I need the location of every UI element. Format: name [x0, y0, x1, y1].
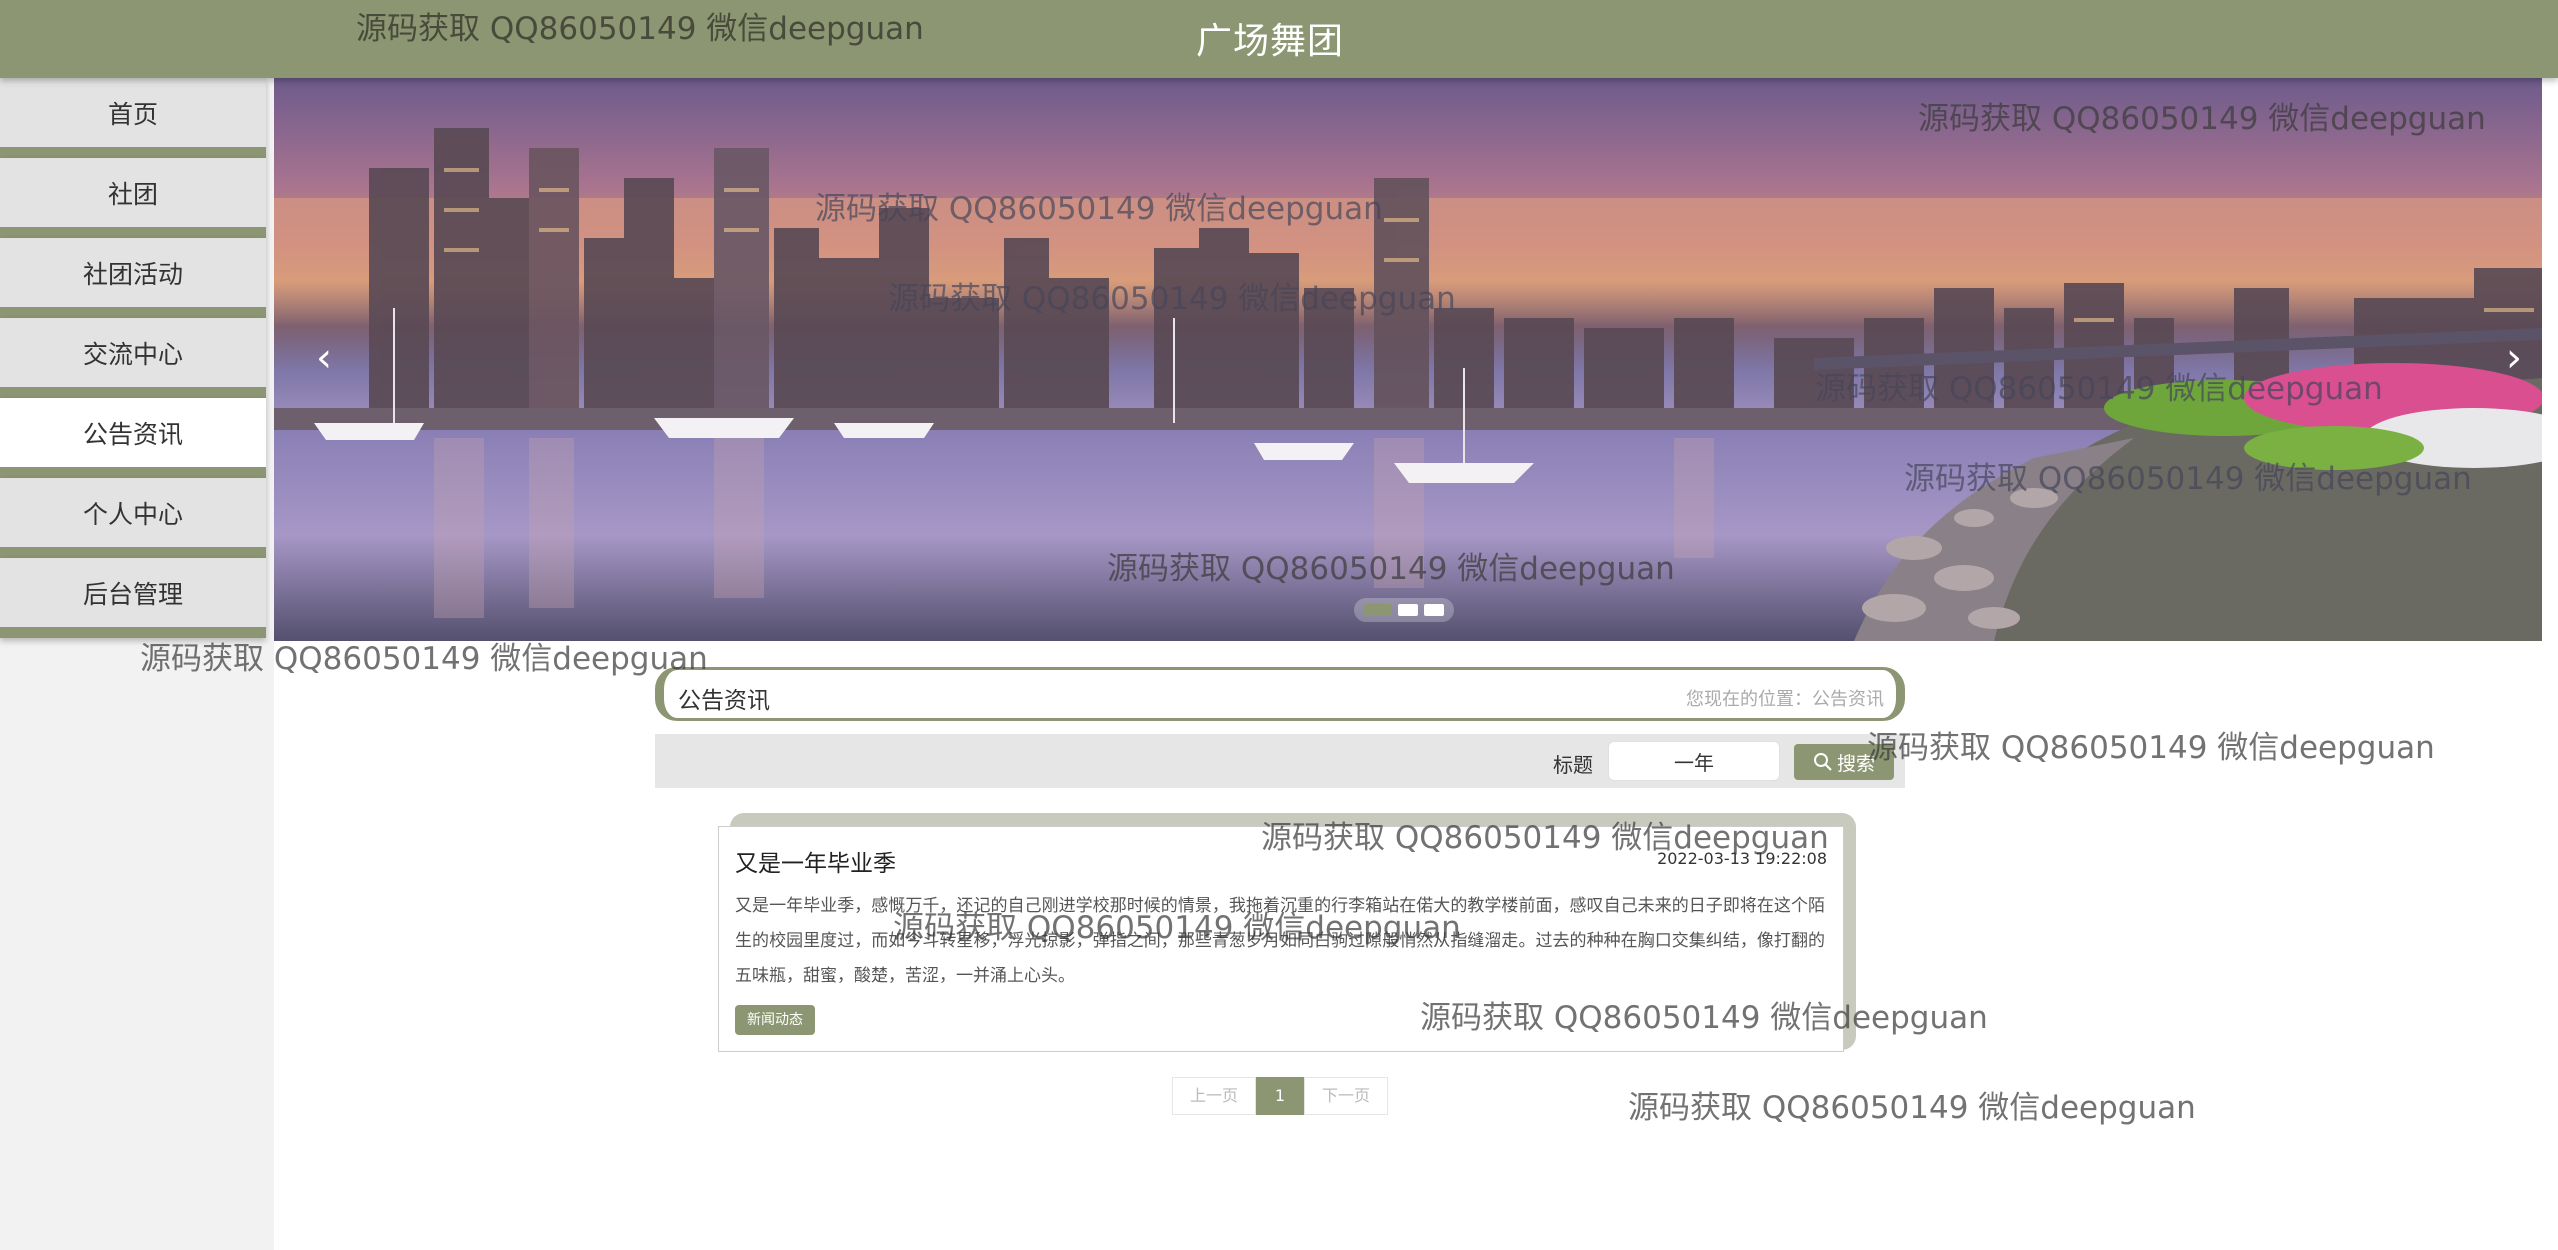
sidebar-item-admin[interactable]: 后台管理 [0, 558, 266, 638]
search-title-input[interactable] [1608, 741, 1780, 781]
news-tag[interactable]: 新闻动态 [735, 1005, 815, 1035]
carousel-next-arrow[interactable]: › [2494, 328, 2534, 388]
site-title: 广场舞团 [1195, 21, 1344, 62]
prev-page-button[interactable]: 上一页 [1172, 1077, 1256, 1115]
sidebar-nav: 首页 社团 社团活动 交流中心 公告资讯 个人中心 后台管理 [0, 78, 274, 1250]
watermark-text: 源码获取 QQ86050149 微信deepguan [1628, 1090, 2196, 1126]
search-icon [1813, 753, 1832, 771]
news-card[interactable]: 又是一年毕业季 2022-03-13 19:22:08 又是一年毕业季，感慨万千… [718, 826, 1844, 1052]
sidebar-item-forum[interactable]: 交流中心 [0, 318, 266, 398]
news-date: 2022-03-13 19:22:08 [1657, 849, 1827, 868]
news-summary: 又是一年毕业季，感慨万千，还记的自己刚进学校那时候的情景，我拖着沉重的行李箱站在… [735, 896, 1825, 986]
next-page-button[interactable]: 下一页 [1304, 1077, 1388, 1115]
pagination: 上一页 1 下一页 [1172, 1077, 1388, 1115]
search-button-label: 搜索 [1836, 752, 1875, 775]
watermark-text: 源码获取 QQ86050149 微信deepguan [1867, 730, 2435, 766]
sidebar-item-profile[interactable]: 个人中心 [0, 478, 266, 558]
top-header: 广场舞团 [0, 0, 2558, 78]
news-title[interactable]: 又是一年毕业季 [735, 844, 896, 878]
carousel-indicators [1354, 598, 1454, 622]
sidebar-item-club[interactable]: 社团 [0, 158, 266, 238]
carousel-dot-3[interactable] [1424, 604, 1444, 616]
banner-carousel: ‹ › [274, 78, 2542, 641]
carousel-dot-1[interactable] [1364, 604, 1392, 616]
sidebar-item-club-activities[interactable]: 社团活动 [0, 238, 266, 318]
search-bar: 标题 搜索 [655, 734, 1905, 788]
search-button[interactable]: 搜索 [1794, 744, 1894, 780]
page-number-current[interactable]: 1 [1256, 1077, 1304, 1115]
carousel-prev-arrow[interactable]: ‹ [304, 328, 344, 388]
section-title: 公告资讯 [678, 688, 770, 714]
section-header: 公告资讯 您现在的位置：公告资讯 [655, 667, 1905, 721]
city-skyline-image [274, 128, 2542, 641]
breadcrumb-location: 您现在的位置：公告资讯 [1686, 689, 1884, 710]
search-title-label: 标题 [1553, 753, 1593, 777]
sidebar-item-home[interactable]: 首页 [0, 78, 266, 158]
sidebar-item-announcements[interactable]: 公告资讯 [0, 398, 266, 478]
carousel-dot-2[interactable] [1398, 604, 1418, 616]
